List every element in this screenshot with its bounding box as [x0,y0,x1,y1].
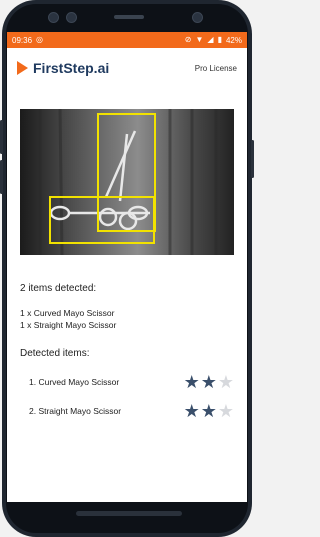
mute-icon: ⊘ [184,35,192,44]
star-empty-icon[interactable]: ★ [218,373,234,391]
app-header: FirstStep.ai Pro License [7,48,247,88]
status-bar: 09:36 ◎ ⊘ ▼ ◢ ▮ 42% [7,32,247,48]
sensor-icon [66,12,77,23]
earpiece [114,15,144,19]
rating-stars[interactable]: ★ ★ ★ [184,373,234,391]
star-filled-icon[interactable]: ★ [184,373,200,391]
summary-line: 1 x Curved Mayo Scissor [20,308,115,318]
play-logo-icon [17,61,28,75]
star-filled-icon[interactable]: ★ [201,373,217,391]
summary-line: 1 x Straight Mayo Scissor [20,320,117,330]
license-label[interactable]: Pro License [195,64,237,73]
detection-image [20,109,234,255]
signal-icon: ◢ [207,35,214,44]
star-empty-icon[interactable]: ★ [218,402,234,420]
item-label: 1. Curved Mayo Scissor [29,377,120,387]
brand: FirstStep.ai [17,60,109,76]
sensor-icon [48,12,59,23]
list-item[interactable]: 1. Curved Mayo Scissor ★ ★ ★ [29,372,234,392]
rating-stars[interactable]: ★ ★ ★ [184,402,234,420]
home-indicator [76,511,182,516]
volume-up-button[interactable] [0,120,3,154]
battery-level: 42% [225,35,242,45]
brand-name: FirstStep.ai [33,60,110,76]
star-filled-icon[interactable]: ★ [201,402,217,420]
front-camera-icon [192,12,203,23]
photo-background [20,109,234,255]
clock: 09:36 [12,35,33,45]
power-button[interactable] [251,140,254,178]
detection-summary: 1 x Curved Mayo Scissor 1 x Straight May… [20,307,116,331]
wifi-icon: ▼ [195,35,204,44]
camera-preview[interactable] [20,109,234,255]
star-filled-icon[interactable]: ★ [184,402,200,420]
battery-icon: ▮ [217,35,222,44]
detected-items-title: Detected items: [20,348,90,359]
detection-count: 2 items detected: [20,283,97,294]
volume-down-button[interactable] [0,160,3,194]
item-label: 2. Straight Mayo Scissor [29,406,122,416]
list-item[interactable]: 2. Straight Mayo Scissor ★ ★ ★ [29,401,234,421]
whatsapp-icon: ◎ [36,35,44,44]
app-screen: 09:36 ◎ ⊘ ▼ ◢ ▮ 42% FirstStep.ai Pro Lic… [7,32,247,502]
